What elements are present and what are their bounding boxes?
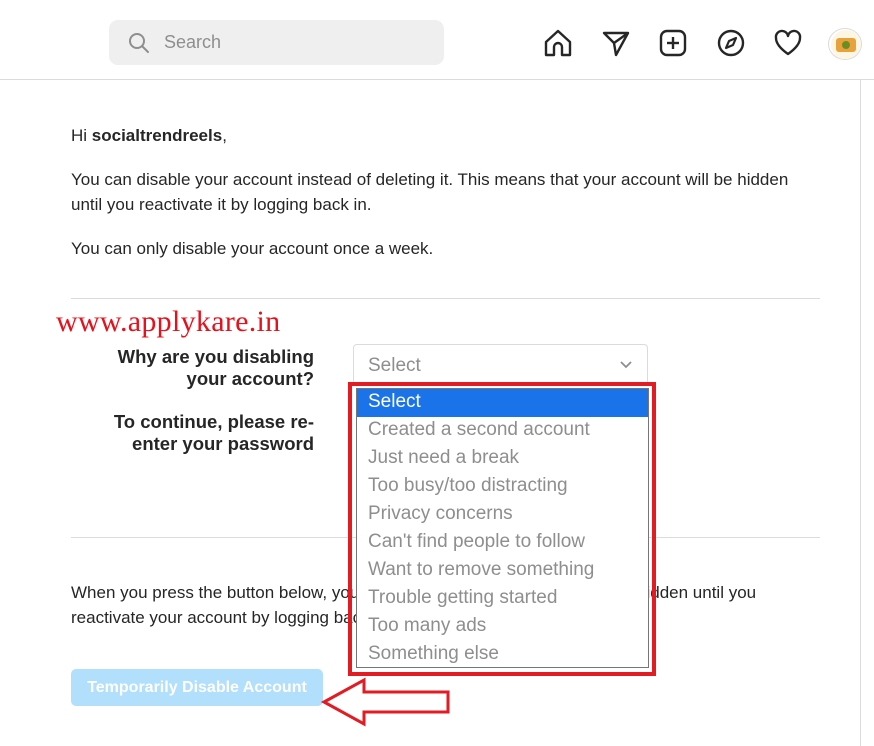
reason-label: Why are you disabling your account? bbox=[117, 346, 314, 389]
reason-select[interactable]: Select bbox=[353, 344, 648, 386]
profile-avatar[interactable] bbox=[828, 28, 862, 60]
divider bbox=[71, 298, 820, 299]
search-input[interactable]: Search bbox=[109, 20, 444, 65]
disable-info-text: You can disable your account instead of … bbox=[71, 170, 789, 214]
username: socialtrendreels bbox=[91, 126, 223, 145]
direct-messages-icon[interactable] bbox=[599, 26, 633, 60]
highlight-box bbox=[348, 382, 656, 676]
watermark-text: www.applykare.in bbox=[56, 305, 281, 338]
top-navigation-bar: Search bbox=[0, 0, 874, 80]
once-a-week-text: You can only disable your account once a… bbox=[71, 239, 434, 258]
password-label: To continue, please re-enter your passwo… bbox=[113, 411, 314, 454]
explore-icon[interactable] bbox=[714, 26, 748, 60]
greeting: Hi socialtrendreels, bbox=[71, 126, 227, 145]
chevron-down-icon bbox=[619, 358, 633, 372]
annotation-arrow-icon bbox=[320, 677, 450, 727]
activity-heart-icon[interactable] bbox=[771, 26, 805, 60]
new-post-icon[interactable] bbox=[656, 26, 690, 60]
scrollbar-track bbox=[860, 80, 861, 746]
search-icon bbox=[128, 32, 150, 54]
search-placeholder: Search bbox=[164, 32, 222, 52]
temporarily-disable-account-button[interactable]: Temporarily Disable Account bbox=[71, 669, 323, 706]
home-icon[interactable] bbox=[541, 26, 575, 60]
reason-select-value: Select bbox=[368, 355, 421, 376]
